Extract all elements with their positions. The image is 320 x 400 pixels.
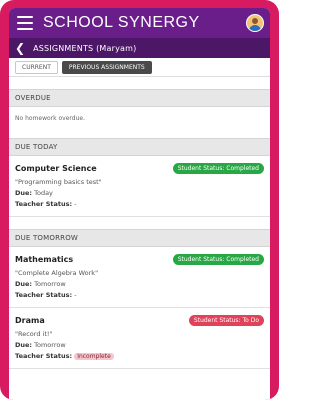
assignment-card[interactable]: Drama Student Status: To Do "Record it!"… (9, 308, 270, 369)
sub-header: ❮ ASSIGNMENTS (Maryam) (9, 38, 270, 58)
user-avatar[interactable] (246, 14, 264, 32)
app-title: SCHOOL SYNERGY (43, 14, 200, 31)
teacher-status-value: - (74, 200, 77, 208)
assignment-header: Mathematics Student Status: Completed (15, 254, 264, 265)
assignment-title: "Record it!" (15, 330, 53, 338)
teacher-status-label: Teacher Status: (15, 291, 73, 299)
assignment-header: Drama Student Status: To Do (15, 315, 264, 326)
teacher-status-badge: Incomplete (74, 353, 114, 360)
teacher-status-value: - (74, 291, 77, 299)
tab-previous-assignments[interactable]: PREVIOUS ASSIGNMENTS (61, 60, 152, 74)
assignment-due: Due: Tomorrow (15, 341, 264, 349)
overdue-empty-message: No homework overdue. (15, 115, 85, 122)
assignment-card[interactable]: Computer Science Student Status: Complet… (9, 156, 270, 217)
section-header-due-today: DUE TODAY (9, 138, 270, 156)
chevron-left-icon[interactable]: ❮ (15, 42, 25, 54)
section-header-due-tomorrow: DUE TOMORROW (9, 229, 270, 247)
teacher-status-label: Teacher Status: (15, 352, 73, 360)
device-frame: SCHOOL SYNERGY ❮ ASSIGNMENTS (Maryam) CU… (0, 0, 279, 400)
assignment-header: Computer Science Student Status: Complet… (15, 163, 264, 174)
assignment-subject: Drama (15, 316, 45, 325)
assignment-teacher-status: Teacher Status: - (15, 200, 264, 208)
due-label: Due: (15, 280, 33, 288)
assignment-title: "Programming basics test" (15, 178, 102, 186)
page-title: ASSIGNMENTS (Maryam) (33, 43, 137, 53)
due-label: Due: (15, 341, 33, 349)
due-value: Today (34, 189, 53, 197)
hamburger-menu-icon[interactable] (17, 16, 33, 30)
assignment-subject: Mathematics (15, 255, 74, 264)
assignment-card[interactable]: Mathematics Student Status: Completed "C… (9, 247, 270, 308)
status-badge[interactable]: Student Status: Completed (172, 254, 264, 265)
due-value: Tomorrow (34, 341, 66, 349)
status-badge[interactable]: Student Status: Completed (172, 163, 264, 174)
due-value: Tomorrow (34, 280, 66, 288)
assignment-teacher-status: Teacher Status: Incomplete (15, 352, 264, 360)
assignment-due: Due: Today (15, 189, 264, 197)
tab-current[interactable]: CURRENT (15, 60, 58, 74)
status-badge[interactable]: Student Status: To Do (188, 315, 264, 326)
app-screen: SCHOOL SYNERGY ❮ ASSIGNMENTS (Maryam) CU… (9, 8, 270, 400)
teacher-status-label: Teacher Status: (15, 200, 73, 208)
assignment-due: Due: Tomorrow (15, 280, 264, 288)
due-label: Due: (15, 189, 33, 197)
assignment-title: "Complete Algebra Work" (15, 269, 99, 277)
tab-bar: CURRENT PREVIOUS ASSIGNMENTS (9, 58, 270, 77)
top-app-bar: SCHOOL SYNERGY (9, 8, 270, 38)
assignment-teacher-status: Teacher Status: - (15, 291, 264, 299)
section-header-overdue: OVERDUE (9, 89, 270, 107)
assignment-subject: Computer Science (15, 164, 97, 173)
